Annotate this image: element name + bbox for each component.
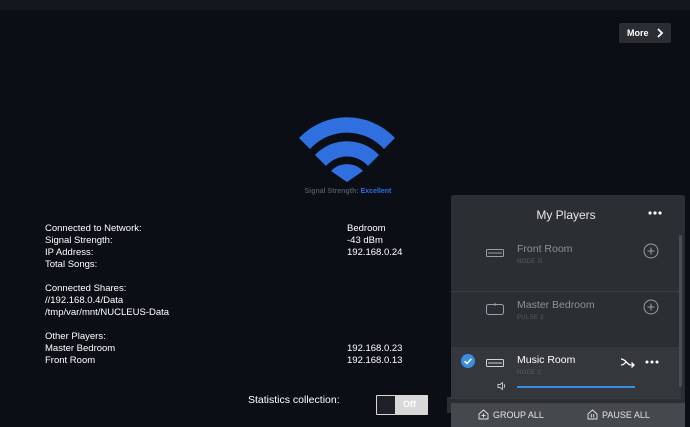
network-value: Bedroom xyxy=(347,223,386,234)
volume-icon xyxy=(497,381,506,391)
player-name: Music Room xyxy=(517,354,576,366)
share-item: /tmp/var/mnt/NUCLEUS-Data xyxy=(45,307,170,318)
statistics-toggle[interactable]: Off xyxy=(376,395,428,415)
other-players-label: Other Players: xyxy=(45,331,106,342)
pause-all-label: PAUSE ALL xyxy=(602,409,650,420)
wifi-icon xyxy=(299,117,395,182)
share-item: //192.168.0.4/Data xyxy=(45,295,124,306)
player-model: NODE 2i xyxy=(517,259,543,265)
group-icon xyxy=(478,409,489,420)
info-values: Bedroom -43 dBm 192.168.0.24 192.168.0.2… xyxy=(347,223,402,367)
signal-strength-value: -43 dBm xyxy=(347,235,383,246)
group-all-button[interactable]: GROUP ALL xyxy=(478,409,544,420)
toggle-label: Off xyxy=(403,399,416,409)
other-player-name: Front Room xyxy=(45,355,96,366)
signal-caption-label: Signal Strength: xyxy=(304,188,359,195)
player-model: NODE 2 xyxy=(517,370,542,376)
add-player-icon[interactable] xyxy=(643,299,659,315)
pause-all-button[interactable]: PAUSE ALL xyxy=(587,409,650,420)
top-bar xyxy=(0,0,690,10)
volume-slider[interactable] xyxy=(517,386,635,388)
info-labels: Connected to Network: Signal Strength: I… xyxy=(45,223,169,367)
player-model: PULSE 2 xyxy=(517,315,544,321)
other-player-name: Master Bedroom xyxy=(45,343,116,354)
player-row[interactable]: Front Room NODE 2i xyxy=(451,237,681,287)
more-options-icon[interactable] xyxy=(647,207,663,219)
ip-address-value: 192.168.0.24 xyxy=(347,247,403,258)
player-name: Front Room xyxy=(517,243,573,255)
ip-address-label: IP Address: xyxy=(45,247,94,258)
more-button[interactable]: More xyxy=(619,23,671,43)
toggle-knob xyxy=(377,396,395,414)
statistics-label: Statistics collection: xyxy=(248,394,340,406)
player-row[interactable]: Master Bedroom PULSE 2 xyxy=(451,293,681,343)
other-player-ip: 192.168.0.13 xyxy=(347,355,403,366)
node-device-icon xyxy=(486,359,504,367)
group-all-label: GROUP ALL xyxy=(493,409,544,420)
chevron-right-icon xyxy=(657,28,664,38)
signal-caption-value: Excellent xyxy=(360,188,392,195)
connected-shares-label: Connected Shares: xyxy=(45,283,127,294)
scrollbar[interactable] xyxy=(679,235,682,387)
player-options-icon[interactable] xyxy=(644,357,660,367)
node-device-icon xyxy=(486,249,504,257)
player-name: Master Bedroom xyxy=(517,299,595,311)
signal-strength-caption: Signal Strength: Excellent xyxy=(250,188,446,195)
network-label: Connected to Network: xyxy=(45,223,142,234)
signal-strength-label: Signal Strength: xyxy=(45,235,113,246)
other-player-ip: 192.168.0.23 xyxy=(347,343,403,354)
more-label: More xyxy=(627,28,649,38)
my-players-panel: My Players Front Room NODE 2i Master Bed… xyxy=(451,195,685,427)
pulse-device-icon xyxy=(486,303,504,315)
add-player-icon[interactable] xyxy=(643,243,659,259)
total-songs-label: Total Songs: xyxy=(45,259,98,270)
pause-home-icon xyxy=(587,409,598,420)
divider xyxy=(451,291,681,292)
panel-bottom-bar: GROUP ALL PAUSE ALL xyxy=(451,403,685,427)
checkmark-icon[interactable] xyxy=(461,354,475,368)
transfer-icon[interactable] xyxy=(620,356,636,368)
